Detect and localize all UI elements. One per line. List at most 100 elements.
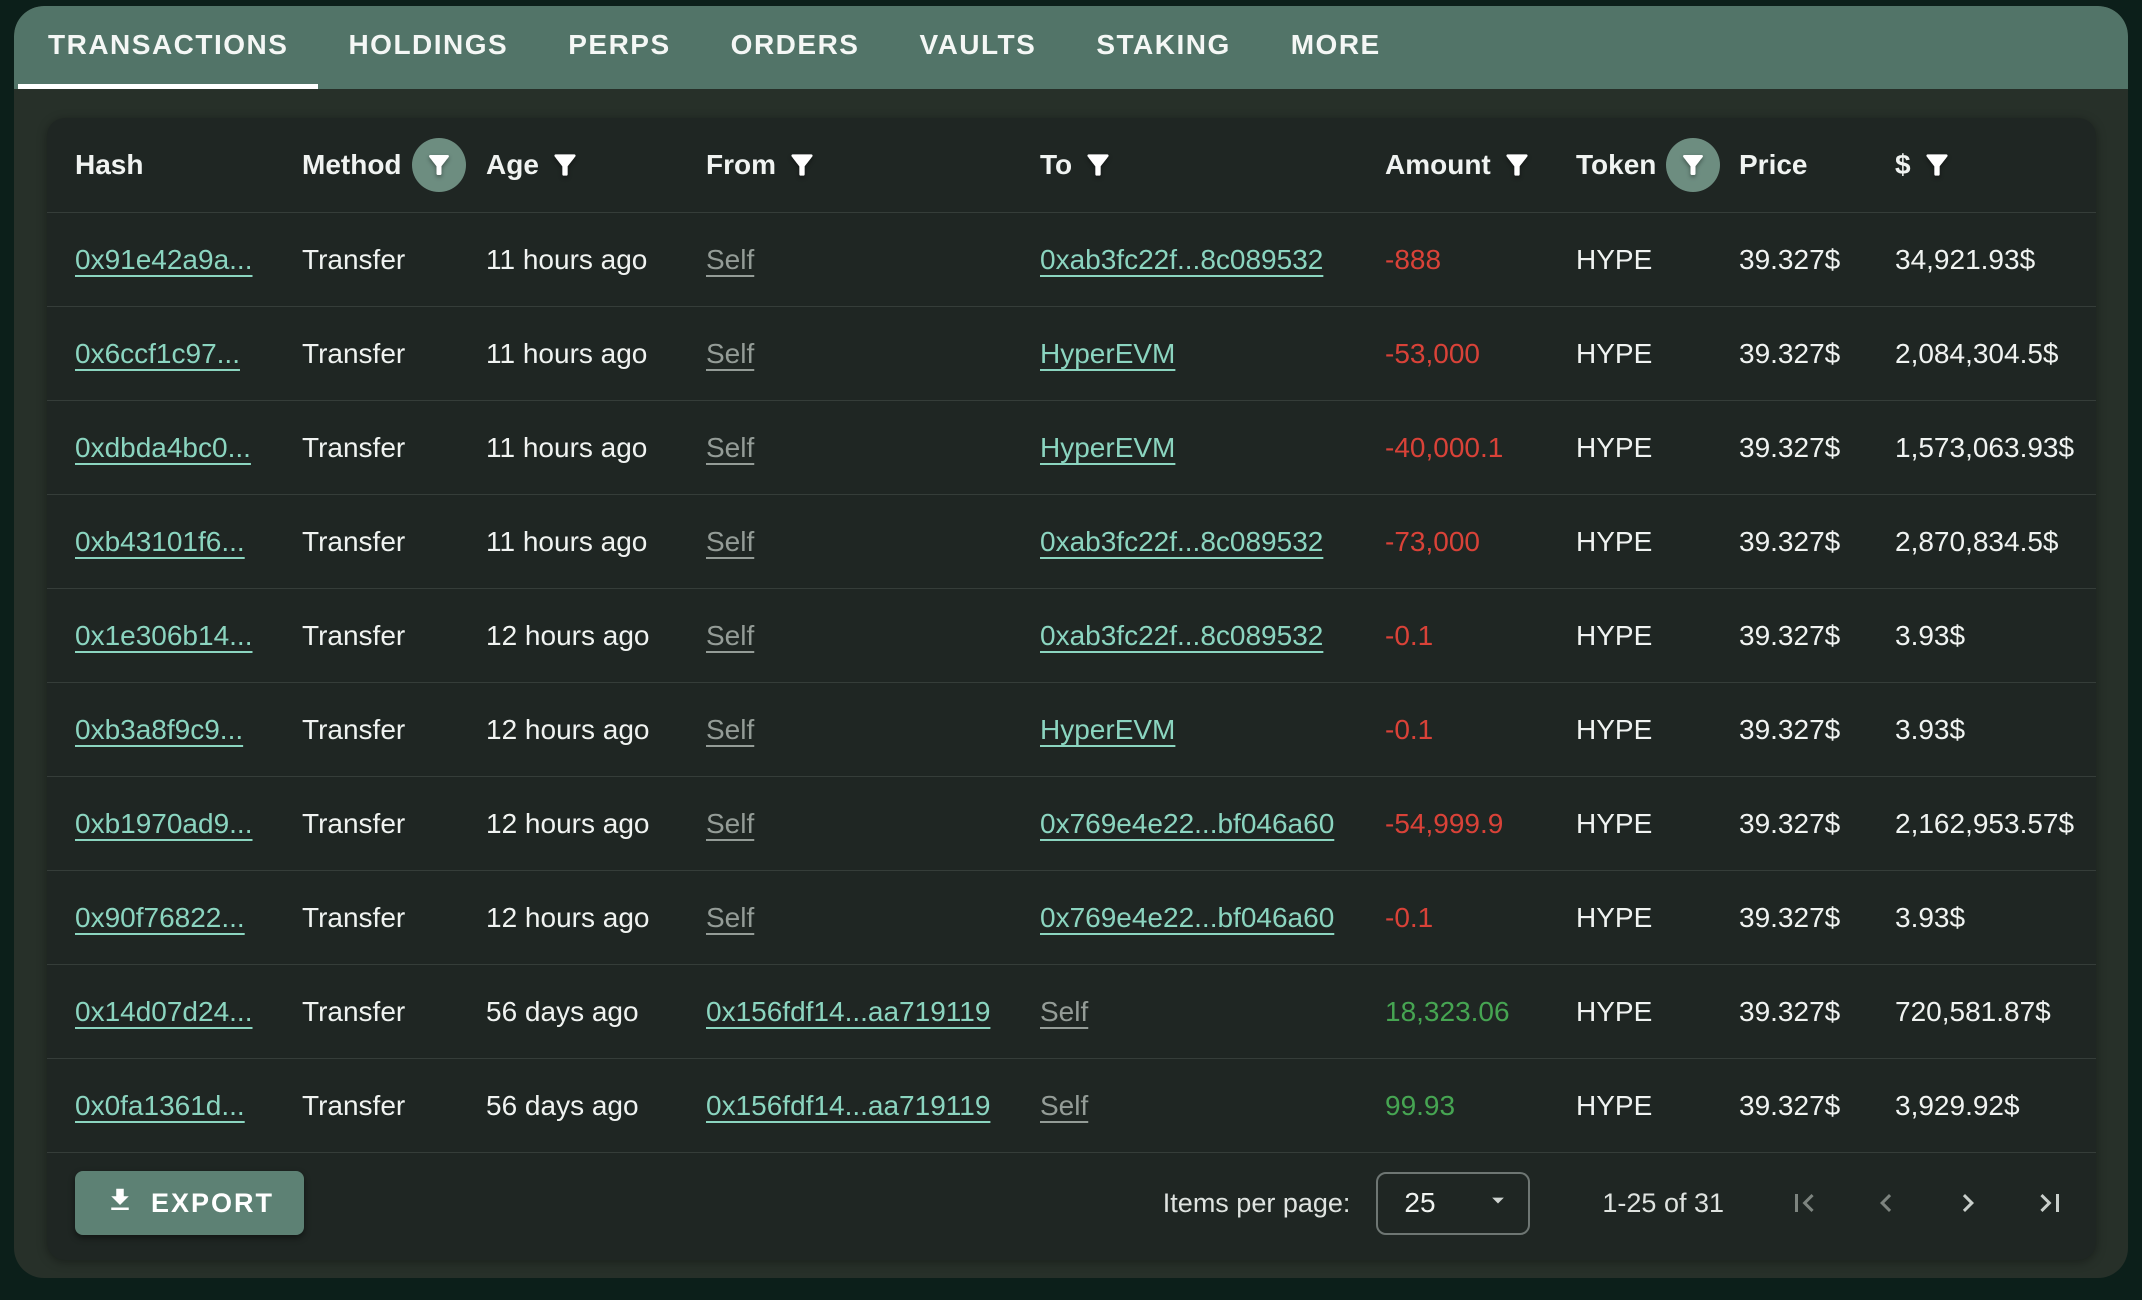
from-link[interactable]: 0x156fdf14...aa719119 <box>706 996 990 1027</box>
to-link[interactable]: 0x769e4e22...bf046a60 <box>1040 808 1334 839</box>
tab-bar: TRANSACTIONSHOLDINGS PERPS ORDERS VAULTSSTA… <box>14 6 2128 89</box>
chevron-left-icon <box>1868 1185 1904 1221</box>
method-cell: Transfer <box>302 244 486 276</box>
filter-icon-[interactable] <box>1921 149 1953 181</box>
hash-link[interactable]: 0x14d07d24... <box>75 996 253 1027</box>
to-link[interactable]: HyperEVM <box>1040 714 1175 745</box>
to-link[interactable]: Self <box>1040 1090 1088 1121</box>
hash-link[interactable]: 0x1e306b14... <box>75 620 253 651</box>
usd-value-cell: 34,921.93$ <box>1895 244 2068 276</box>
from-link[interactable]: Self <box>706 808 754 839</box>
hash-link[interactable]: 0xb43101f6... <box>75 526 245 557</box>
from-link[interactable]: Self <box>706 432 754 463</box>
token-cell: HYPE <box>1576 338 1739 370</box>
token-cell: HYPE <box>1576 432 1739 464</box>
hash-link[interactable]: 0xdbda4bc0... <box>75 432 251 463</box>
to-link[interactable]: HyperEVM <box>1040 338 1175 369</box>
table-row: 0xb43101f6... Transfer 11 hours ago Self… <box>47 494 2096 588</box>
table-row: 0x6ccf1c97... Transfer 11 hours ago Self… <box>47 306 2096 400</box>
column-header-label: To <box>1040 149 1072 181</box>
to-link[interactable]: HyperEVM <box>1040 432 1175 463</box>
age-cell: 56 days ago <box>486 1090 706 1122</box>
method-cell: Transfer <box>302 808 486 840</box>
token-cell: HYPE <box>1576 808 1739 840</box>
from-link[interactable]: Self <box>706 526 754 557</box>
first-page-icon <box>1786 1185 1822 1221</box>
chevron-right-icon <box>1950 1185 1986 1221</box>
from-link[interactable]: 0x156fdf14...aa719119 <box>706 1090 990 1121</box>
pagination-buttons <box>1786 1185 2068 1221</box>
age-cell: 12 hours ago <box>486 714 706 746</box>
hash-link[interactable]: 0x6ccf1c97... <box>75 338 240 369</box>
age-cell: 11 hours ago <box>486 526 706 558</box>
from-link[interactable]: Self <box>706 244 754 275</box>
filter-icon-age[interactable] <box>549 149 581 181</box>
filter-icon-from[interactable] <box>786 149 818 181</box>
dropdown-arrow-icon <box>1484 1186 1512 1221</box>
tab-label: ORDERS <box>731 29 860 61</box>
hash-link[interactable]: 0x0fa1361d... <box>75 1090 245 1121</box>
hash-link[interactable]: 0xb1970ad9... <box>75 808 253 839</box>
filter-icon-token[interactable] <box>1666 138 1720 192</box>
filter-icon-method[interactable] <box>412 138 466 192</box>
usd-value-cell: 2,162,953.57$ <box>1895 808 2074 840</box>
download-icon <box>105 1185 135 1222</box>
filter-icon-amount[interactable] <box>1501 149 1533 181</box>
items-per-page-label: Items per page: <box>1163 1188 1351 1219</box>
filter-icon-to[interactable] <box>1082 149 1114 181</box>
tab-perps[interactable]: PERPS <box>538 6 700 89</box>
items-per-page-value: 25 <box>1404 1187 1435 1219</box>
last-page-icon <box>2032 1185 2068 1221</box>
to-link[interactable]: Self <box>1040 996 1088 1027</box>
age-cell: 11 hours ago <box>486 338 706 370</box>
amount-cell: -73,000 <box>1385 526 1576 558</box>
tab-holdings[interactable]: HOLDINGS <box>318 6 538 89</box>
next-page-button[interactable] <box>1950 1185 1986 1221</box>
tab-label: PERPS <box>568 29 670 61</box>
hash-link[interactable]: 0x91e42a9a... <box>75 244 253 275</box>
token-cell: HYPE <box>1576 996 1739 1028</box>
amount-cell: -0.1 <box>1385 620 1576 652</box>
to-link[interactable]: 0xab3fc22f...8c089532 <box>1040 620 1323 651</box>
amount-cell: 18,323.06 <box>1385 996 1576 1028</box>
tab-orders[interactable]: ORDERS <box>701 6 890 89</box>
to-link[interactable]: 0xab3fc22f...8c089532 <box>1040 526 1323 557</box>
page-range-text: 1-25 of 31 <box>1602 1188 1724 1219</box>
from-link[interactable]: Self <box>706 902 754 933</box>
tab-transactions[interactable]: TRANSACTIONS <box>18 6 318 89</box>
table-row: 0x1e306b14... Transfer 12 hours ago Self… <box>47 588 2096 682</box>
token-cell: HYPE <box>1576 902 1739 934</box>
method-cell: Transfer <box>302 620 486 652</box>
to-link[interactable]: 0xab3fc22f...8c089532 <box>1040 244 1323 275</box>
from-link[interactable]: Self <box>706 338 754 369</box>
from-link[interactable]: Self <box>706 714 754 745</box>
price-cell: 39.327$ <box>1739 808 1895 840</box>
from-link[interactable]: Self <box>706 620 754 651</box>
usd-value-cell: 2,084,304.5$ <box>1895 338 2068 370</box>
hash-link[interactable]: 0x90f76822... <box>75 902 245 933</box>
usd-value-cell: 720,581.87$ <box>1895 996 2068 1028</box>
last-page-button[interactable] <box>2032 1185 2068 1221</box>
items-per-page-select[interactable]: 25 <box>1376 1172 1530 1235</box>
method-cell: Transfer <box>302 432 486 464</box>
first-page-button[interactable] <box>1786 1185 1822 1221</box>
table-row: 0x91e42a9a... Transfer 11 hours ago Self… <box>47 212 2096 306</box>
to-link[interactable]: 0x769e4e22...bf046a60 <box>1040 902 1334 933</box>
usd-value-cell: 2,870,834.5$ <box>1895 526 2068 558</box>
price-cell: 39.327$ <box>1739 714 1895 746</box>
previous-page-button[interactable] <box>1868 1185 1904 1221</box>
age-cell: 12 hours ago <box>486 808 706 840</box>
tab-label: MORE <box>1291 29 1381 61</box>
usd-value-cell: 3,929.92$ <box>1895 1090 2068 1122</box>
tab-more[interactable]: MORE <box>1261 6 1411 89</box>
column-header-label: Token <box>1576 149 1656 181</box>
export-button[interactable]: EXPORT <box>75 1171 304 1235</box>
table-row: 0x90f76822... Transfer 12 hours ago Self… <box>47 870 2096 964</box>
table-row: 0xb1970ad9... Transfer 12 hours ago Self… <box>47 776 2096 870</box>
tab-vaults[interactable]: VAULTS <box>889 6 1066 89</box>
tab-staking[interactable]: STAKING <box>1066 6 1260 89</box>
hash-link[interactable]: 0xb3a8f9c9... <box>75 714 243 745</box>
amount-cell: 99.93 <box>1385 1090 1576 1122</box>
price-cell: 39.327$ <box>1739 902 1895 934</box>
method-cell: Transfer <box>302 714 486 746</box>
